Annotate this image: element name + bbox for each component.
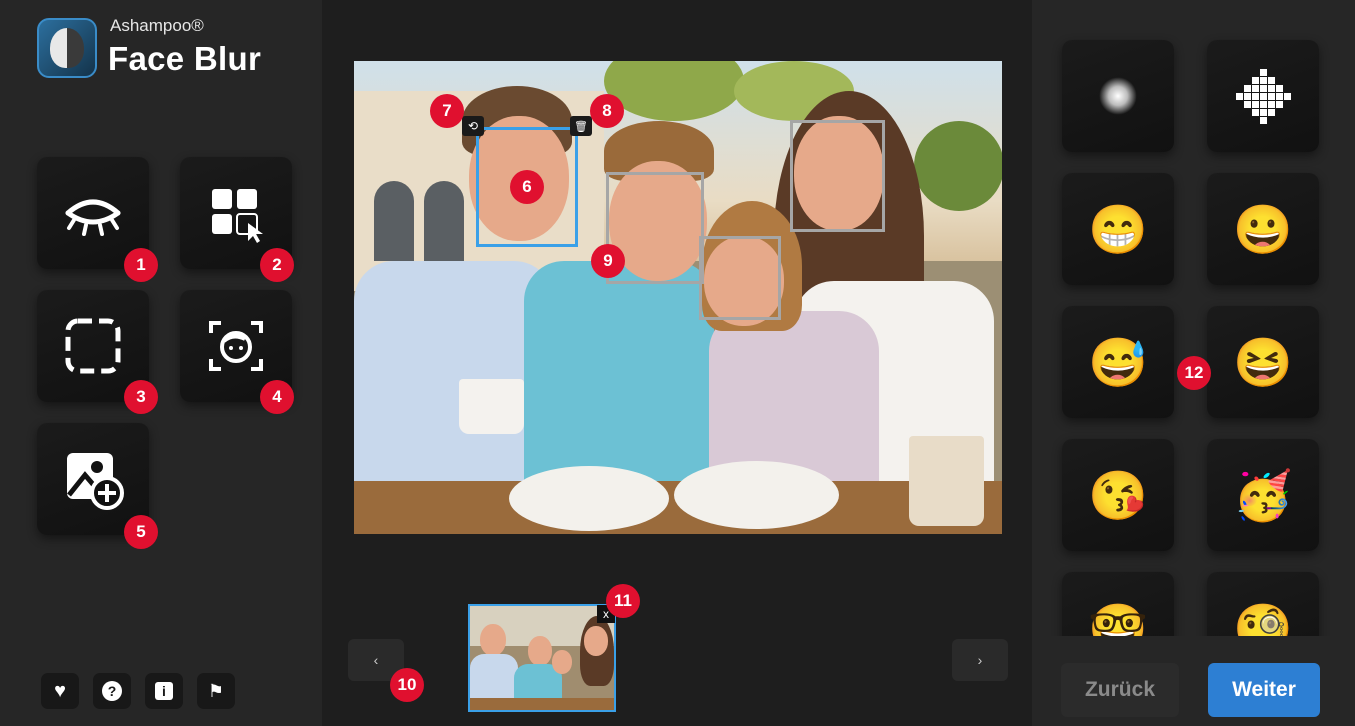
delete-face-button[interactable]: 🗑 (570, 116, 592, 136)
dashed-square-icon (65, 318, 121, 374)
restore-face-button[interactable]: ⟲ (462, 116, 484, 136)
effect-blur[interactable] (1062, 40, 1174, 152)
blur-icon (1099, 77, 1137, 115)
brand-product: Face Blur (108, 40, 262, 77)
badge-1: 1 (124, 248, 158, 282)
info-icon: i (155, 682, 173, 700)
effect-grin[interactable]: 😁 (1062, 173, 1174, 285)
back-button[interactable]: Zurück (1061, 663, 1179, 717)
badge-2: 2 (260, 248, 294, 282)
effects-grid: 😁 😀 😅 😆 😘 🥳 🤓 🧐 (1032, 0, 1355, 636)
restore-icon: ⟲ (467, 119, 479, 133)
closed-eye-icon (65, 199, 121, 236)
help-icon: ? (102, 681, 122, 701)
grin-emoji-icon: 😁 (1088, 203, 1148, 257)
monocle-emoji-icon: 🧐 (1233, 602, 1293, 637)
badge-7: 7 (430, 94, 464, 128)
smile-emoji-icon: 😀 (1233, 203, 1293, 257)
badge-12: 12 (1177, 356, 1211, 390)
effect-pixelate[interactable] (1207, 40, 1319, 152)
chevron-right-icon: › (977, 652, 983, 668)
laugh-emoji-icon: 😆 (1233, 336, 1293, 390)
pixelate-icon (1235, 68, 1291, 124)
badge-10: 10 (390, 668, 424, 702)
grid-cursor-icon (212, 189, 263, 243)
effect-smile[interactable]: 😀 (1207, 173, 1319, 285)
badge-9: 9 (591, 244, 625, 278)
badge-4: 4 (260, 380, 294, 414)
badge-3: 3 (124, 380, 158, 414)
effect-sweat-smile[interactable]: 😅 (1062, 306, 1174, 418)
face-box-mother[interactable] (790, 120, 885, 232)
kiss-emoji-icon: 😘 (1088, 469, 1148, 523)
photo-cup (459, 379, 524, 434)
effect-nerd[interactable]: 🤓 (1062, 572, 1174, 636)
nerd-emoji-icon: 🤓 (1088, 602, 1148, 637)
badge-6: 6 (510, 170, 544, 204)
effect-glasses[interactable]: 🧐 (1207, 572, 1319, 636)
heart-icon: ♥ (54, 679, 66, 702)
app-logo (37, 18, 97, 78)
sweat-smile-emoji-icon: 😅 (1088, 336, 1148, 390)
face-box-girl[interactable] (699, 236, 781, 320)
photo-arch (374, 181, 414, 261)
badge-5: 5 (124, 515, 158, 549)
brand-vendor: Ashampoo® (110, 16, 204, 35)
face-blur-app: Ashampoo® Face Blur 1 2 3 4 5 ♥ ? i ⚑ ⟲ … (0, 0, 1355, 726)
info-button[interactable]: i (145, 673, 183, 709)
image-thumbnail[interactable] (468, 604, 616, 712)
photo-plate (509, 466, 669, 531)
left-sidebar: Ashampoo® Face Blur 1 2 3 4 5 ♥ ? i ⚑ (0, 0, 322, 726)
chevron-left-icon: ‹ (373, 652, 379, 668)
flag-icon: ⚑ (207, 680, 225, 701)
photo-canvas[interactable] (354, 61, 1002, 534)
favorite-button[interactable]: ♥ (41, 673, 79, 709)
badge-8: 8 (590, 94, 624, 128)
effect-laugh[interactable]: 😆 (1207, 306, 1319, 418)
photo-plate (674, 461, 839, 529)
party-emoji-icon: 🥳 (1233, 469, 1293, 523)
feedback-button[interactable]: ⚑ (197, 673, 235, 709)
logo-face-icon (50, 28, 84, 68)
image-add-icon (67, 453, 124, 510)
photo-tree (914, 121, 1002, 211)
effect-kiss[interactable]: 😘 (1062, 439, 1174, 551)
next-image-button[interactable]: › (952, 639, 1008, 681)
photo-glass (909, 436, 984, 526)
next-button[interactable]: Weiter (1208, 663, 1320, 717)
photo-arch (424, 181, 464, 261)
face-scan-icon (209, 321, 263, 371)
help-button[interactable]: ? (93, 673, 131, 709)
trash-icon: 🗑 (574, 120, 588, 133)
effect-party[interactable]: 🥳 (1207, 439, 1319, 551)
badge-11: 11 (606, 584, 640, 618)
